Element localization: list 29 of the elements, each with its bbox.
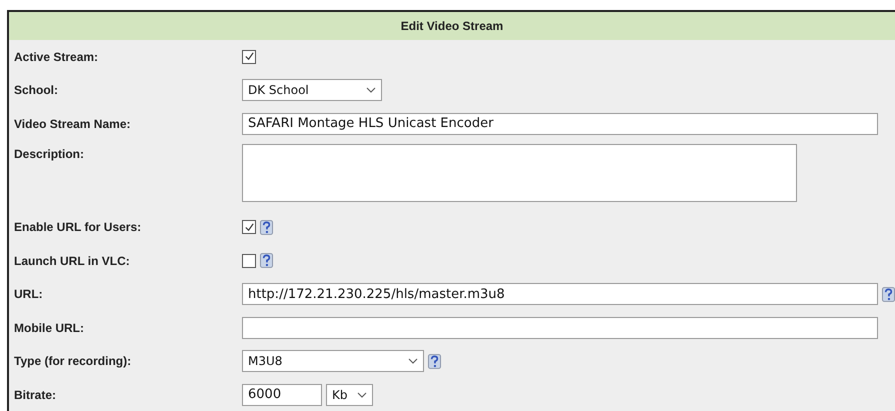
- field-label: Type (for recording):: [13, 354, 132, 368]
- form-title: Edit Video Stream: [400, 19, 504, 33]
- field-label: Active Stream:: [13, 50, 100, 64]
- caret-icon: [366, 87, 376, 94]
- checkbox[interactable]: [242, 50, 256, 64]
- help-icon[interactable]: [428, 354, 441, 369]
- field-label: Bitrate:: [13, 388, 58, 402]
- dropdown[interactable]: Kb: [326, 384, 373, 406]
- field-label: Enable URL for Users:: [13, 220, 142, 234]
- text-field[interactable]: [242, 316, 878, 339]
- checkbox[interactable]: [242, 254, 256, 268]
- dropdown[interactable]: DK School: [242, 79, 382, 102]
- text-field[interactable]: SAFARI Montage HLS Unicast Encoder: [242, 112, 878, 135]
- text-field[interactable]: 6000: [242, 384, 322, 406]
- help-icon[interactable]: [260, 220, 273, 235]
- field-label: Launch URL in VLC:: [13, 254, 131, 268]
- caret-icon: [357, 392, 367, 398]
- checkbox[interactable]: [242, 220, 256, 234]
- text-field[interactable]: http://172.21.230.225/hls/master.m3u8: [242, 283, 878, 306]
- text-area[interactable]: [242, 144, 797, 202]
- field-label: School:: [13, 83, 59, 98]
- field-label: Video Stream Name:: [13, 116, 132, 131]
- dropdown[interactable]: M3U8: [242, 350, 424, 372]
- field-label: Mobile URL:: [13, 320, 85, 335]
- help-icon[interactable]: [260, 253, 273, 268]
- caret-icon: [408, 358, 418, 364]
- field-label: Description:: [13, 146, 86, 160]
- field-label: URL:: [13, 287, 44, 302]
- help-icon[interactable]: [882, 286, 895, 302]
